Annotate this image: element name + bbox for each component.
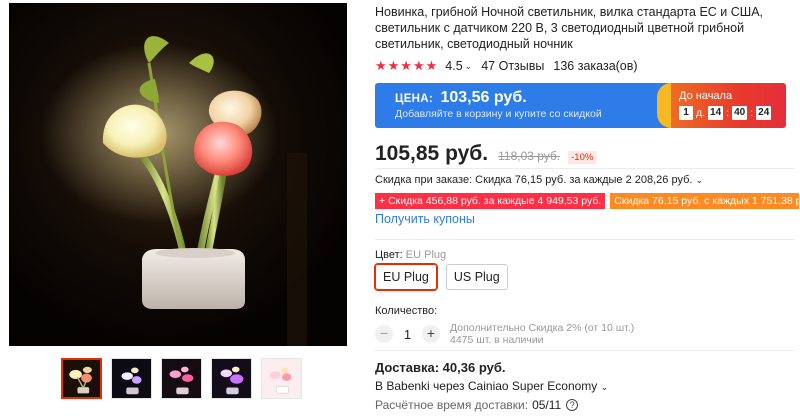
thumbnail-strip (61, 358, 302, 399)
countdown-colon: : (750, 107, 754, 119)
order-discount-dropdown[interactable]: Скидка при заказе: Скидка 76,15 руб. за … (375, 174, 703, 186)
rating-stars-icon: ★★★★★ (375, 58, 439, 73)
countdown-timer: 1 д. 14 : 40 : 24 (679, 106, 786, 120)
rating-row: ★★★★★ 4.5 ⌄ 47 Отзывы 136 заказа(ов) (375, 58, 638, 74)
delivery-eta: Расчётное время доставки: 05/11 ? (375, 398, 579, 412)
countdown-minutes: 40 (732, 106, 748, 120)
shipping-method-dropdown[interactable]: В Babenki через Cainiao Super Economy ⌄ (375, 379, 608, 393)
thumbnail-5[interactable] (261, 358, 302, 399)
minus-icon[interactable]: − (375, 325, 393, 343)
order-discount-text: Скидка при заказе: Скидка 76,15 руб. за … (375, 174, 693, 186)
get-coupons-link[interactable]: Получить купоны (375, 212, 475, 226)
quantity-label: Количество: (375, 305, 438, 317)
countdown-hours: 14 (708, 106, 724, 120)
store-discount-text: Скидка 456,88 руб. за каждые 4 949,53 ру… (388, 195, 602, 207)
shipping-method-text: В Babenki через Cainiao Super Economy (375, 379, 598, 393)
countdown-colon: : (726, 107, 730, 119)
current-price: 105,85 руб. (375, 142, 489, 165)
quantity-note: Дополнительно Скидка 2% (от 10 шт.) 4475… (450, 322, 634, 346)
countdown-label: До начала (679, 90, 733, 102)
plus-icon[interactable]: + (422, 325, 440, 343)
promo-price-label: ЦЕНА: (395, 93, 434, 105)
countdown-block: До начала 1 д. 14 : 40 : 24 (671, 83, 786, 128)
option-us-plug[interactable]: US Plug (445, 264, 508, 290)
discount-badge: -10% (568, 151, 597, 164)
thumbnail-1[interactable] (61, 358, 102, 399)
color-label-row: Цвет: EU Plug (375, 249, 446, 261)
bulk-discount-note: Дополнительно Скидка 2% (от 10 шт.) (450, 322, 635, 334)
reviews-link[interactable]: 47 Отзывы (481, 59, 544, 73)
promo-banner: ЦЕНА: 103,56 руб. Добавляйте в корзину и… (375, 83, 786, 128)
delivery-eta-date: 05/11 (532, 398, 562, 412)
product-title: Новинка, грибной Ночной светильник, вилк… (375, 5, 764, 51)
product-main-image[interactable] (9, 3, 347, 346)
mushroom-lamp-photo (9, 3, 347, 346)
countdown-days-unit: д. (696, 107, 706, 119)
discount-chips: + Скидка 456,88 руб. за каждые 4 949,53 … (375, 193, 800, 209)
old-price: 118,03 руб. (498, 149, 561, 163)
promo-subtitle: Добавляйте в корзину и купите со скидкой (395, 108, 602, 120)
color-label: Цвет: (375, 249, 403, 261)
thumbnail-2[interactable] (111, 358, 152, 399)
divider (375, 168, 795, 169)
option-eu-plug[interactable]: EU Plug (374, 263, 438, 291)
stock-note: 4475 шт. в наличии (450, 334, 544, 346)
help-icon[interactable]: ? (566, 399, 579, 411)
chevron-down-icon: ⌄ (695, 175, 704, 185)
countdown-seconds: 24 (756, 106, 772, 120)
orders-count: 136 заказа(ов) (553, 59, 638, 73)
quantity-stepper: − 1 + Дополнительно Скидка 2% (от 10 шт.… (375, 322, 634, 346)
divider (375, 350, 795, 351)
chevron-down-icon[interactable]: ⌄ (465, 61, 473, 72)
select-discount-chip[interactable]: Скидка 76,15 руб. с каждых 1 751,38 руб. (610, 193, 800, 209)
thumbnail-3[interactable] (161, 358, 202, 399)
chevron-down-icon: ⌄ (600, 382, 609, 392)
price-row: 105,85 руб. 118,03 руб. -10% (375, 142, 597, 166)
color-options: EU Plug US Plug (374, 263, 508, 291)
rating-score[interactable]: 4.5 (445, 59, 462, 73)
promo-price-value: 103,56 руб. (440, 89, 527, 106)
shipping-cost: Доставка: 40,36 руб. (375, 360, 506, 375)
delivery-eta-label: Расчётное время доставки: (375, 398, 529, 412)
thumbnail-4[interactable] (211, 358, 252, 399)
divider (375, 239, 795, 240)
quantity-value[interactable]: 1 (393, 327, 422, 342)
promo-price-block: ЦЕНА: 103,56 руб. Добавляйте в корзину и… (375, 83, 685, 128)
color-selected-value: EU Plug (405, 249, 447, 261)
store-discount-chip[interactable]: + Скидка 456,88 руб. за каждые 4 949,53 … (375, 193, 606, 209)
countdown-days: 1 (679, 106, 693, 120)
